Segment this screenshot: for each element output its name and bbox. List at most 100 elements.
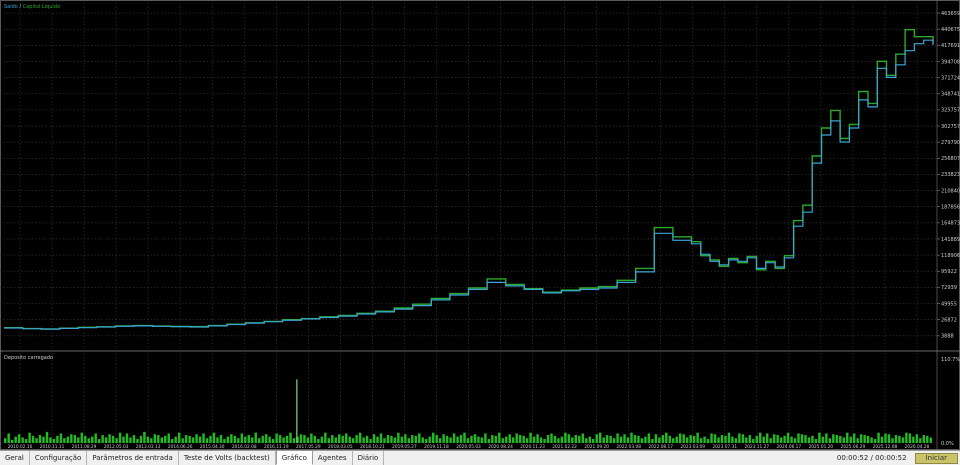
deposit-load-bar — [901, 437, 905, 443]
deposit-load-bar — [146, 436, 150, 443]
y-tick-label: 279790 — [941, 140, 960, 146]
deposit-load-bar — [411, 435, 414, 443]
deposit-load-bar — [341, 435, 344, 443]
deposit-load-bar — [797, 433, 800, 443]
deposit-load-bar — [675, 436, 678, 443]
deposit-load-bar — [905, 432, 908, 443]
deposit-load-bar — [282, 437, 285, 443]
sub-y-tick-label: 110.7% — [941, 357, 960, 363]
deposit-load-bar — [647, 433, 651, 443]
deposit-load-bar — [769, 438, 772, 443]
deposit-load-bar — [832, 434, 835, 443]
deposit-load-bar — [42, 436, 45, 443]
deposit-load-bar — [313, 435, 317, 443]
deposit-load-bar — [84, 435, 87, 443]
deposit-load-bar — [689, 435, 692, 443]
deposit-load-bar — [609, 435, 612, 443]
deposit-load-bar — [219, 435, 223, 443]
deposit-load-bar — [640, 438, 644, 443]
deposit-load-bar — [212, 432, 216, 443]
deposit-load-bar — [418, 433, 421, 443]
deposit-load-bar — [473, 434, 477, 443]
deposit-load-bar — [251, 437, 254, 443]
deposit-load-bar — [292, 438, 296, 443]
deposit-load-bar — [90, 436, 94, 443]
tab-teste-de-volts-backtest-[interactable]: Teste de Volts (backtest) — [179, 451, 276, 465]
deposit-load-bar — [727, 432, 731, 443]
deposit-load-bar — [362, 437, 365, 443]
deposit-load-bar — [908, 433, 912, 443]
deposit-load-bar — [529, 432, 532, 443]
y-tick-label: 417691 — [941, 43, 960, 49]
deposit-load-bar — [397, 432, 400, 443]
deposit-load-bar — [828, 438, 832, 443]
tab-parâmetros-de-entrada[interactable]: Parâmetros de entrada — [87, 451, 179, 465]
deposit-load-bar — [494, 435, 498, 443]
deposit-load-bar — [320, 436, 324, 443]
deposit-load-bar — [581, 433, 585, 443]
tab-gráfico[interactable]: Gráfico — [275, 451, 313, 465]
deposit-load-bar — [612, 438, 616, 443]
deposit-load-bar — [435, 435, 438, 443]
deposit-load-bar — [602, 437, 605, 443]
deposit-load-bar — [717, 437, 720, 443]
deposit-load-bar — [623, 434, 626, 443]
deposit-load-bar — [741, 434, 745, 443]
deposit-load-bar — [564, 432, 567, 443]
deposit-load-bar — [278, 435, 282, 443]
deposit-load-bar — [699, 438, 703, 443]
deposit-load-bar — [264, 434, 268, 443]
deposit-load-bar — [59, 433, 63, 443]
chart-svg: 3888 26872 49955 72939 95922 118906 141889 1648… — [0, 0, 960, 450]
tab-agentes[interactable]: Agentes — [313, 451, 353, 465]
deposit-load-bar — [139, 435, 143, 443]
tab-configuração[interactable]: Configuração — [30, 451, 88, 465]
start-button[interactable]: Iniciar — [914, 452, 958, 464]
tab-geral[interactable]: Geral — [0, 451, 30, 465]
deposit-load-bar — [884, 433, 887, 443]
deposit-load-bar — [28, 432, 31, 443]
deposit-load-bar — [626, 437, 630, 443]
deposit-load-bar — [658, 437, 661, 443]
deposit-load-bar — [779, 437, 783, 443]
y-tick-label: 233823 — [941, 172, 960, 178]
deposit-load-bar — [668, 435, 672, 443]
deposit-load-bar — [487, 439, 491, 443]
deposit-load-bar — [70, 434, 73, 443]
deposit-load-bar — [205, 438, 209, 443]
deposit-load-bar — [786, 432, 790, 443]
deposit-load-bar — [880, 436, 884, 443]
tab-diário[interactable]: Diário — [353, 451, 385, 465]
deposit-load-bar — [793, 438, 797, 443]
deposit-load-bar — [299, 434, 303, 443]
deposit-load-bar — [692, 435, 696, 443]
y-tick-label: 348741 — [941, 92, 960, 98]
deposit-load-bar — [191, 437, 195, 443]
deposit-load-bar — [849, 436, 852, 443]
deposit-load-bar — [765, 433, 769, 443]
deposit-load-bar — [306, 437, 310, 443]
deposit-load-bar — [463, 432, 466, 443]
tester-tab-bar: Geral Configuração Parâmetros de entrada Te… — [0, 450, 960, 465]
deposit-load-bar — [198, 436, 202, 443]
elapsed-time: 00:00:52 / 00:00:52 — [836, 454, 907, 462]
deposit-load-bar — [365, 435, 369, 443]
deposit-load-bar — [759, 432, 762, 443]
deposit-load-bar — [104, 437, 108, 443]
strategy-tester-chart: 3888 26872 49955 72939 95922 118906 141889 1648… — [0, 0, 960, 450]
deposit-load-bar — [546, 435, 550, 443]
deposit-load-bar — [230, 434, 233, 443]
deposit-load-bar — [452, 433, 456, 443]
deposit-load-bar — [679, 433, 682, 443]
deposit-load-bar — [101, 435, 104, 443]
chart-legend: Saldo / Capital Líquido — [4, 3, 60, 10]
deposit-load-bar — [393, 437, 397, 443]
deposit-load-bar — [661, 435, 665, 443]
deposit-load-bar — [536, 434, 539, 443]
deposit-load-bar — [745, 437, 748, 443]
deposit-load-bar — [167, 433, 170, 443]
deposit-load-bar — [720, 435, 724, 443]
deposit-load-bar — [543, 439, 546, 443]
deposit-load-bar — [379, 433, 383, 443]
deposit-load-bar — [501, 438, 504, 443]
